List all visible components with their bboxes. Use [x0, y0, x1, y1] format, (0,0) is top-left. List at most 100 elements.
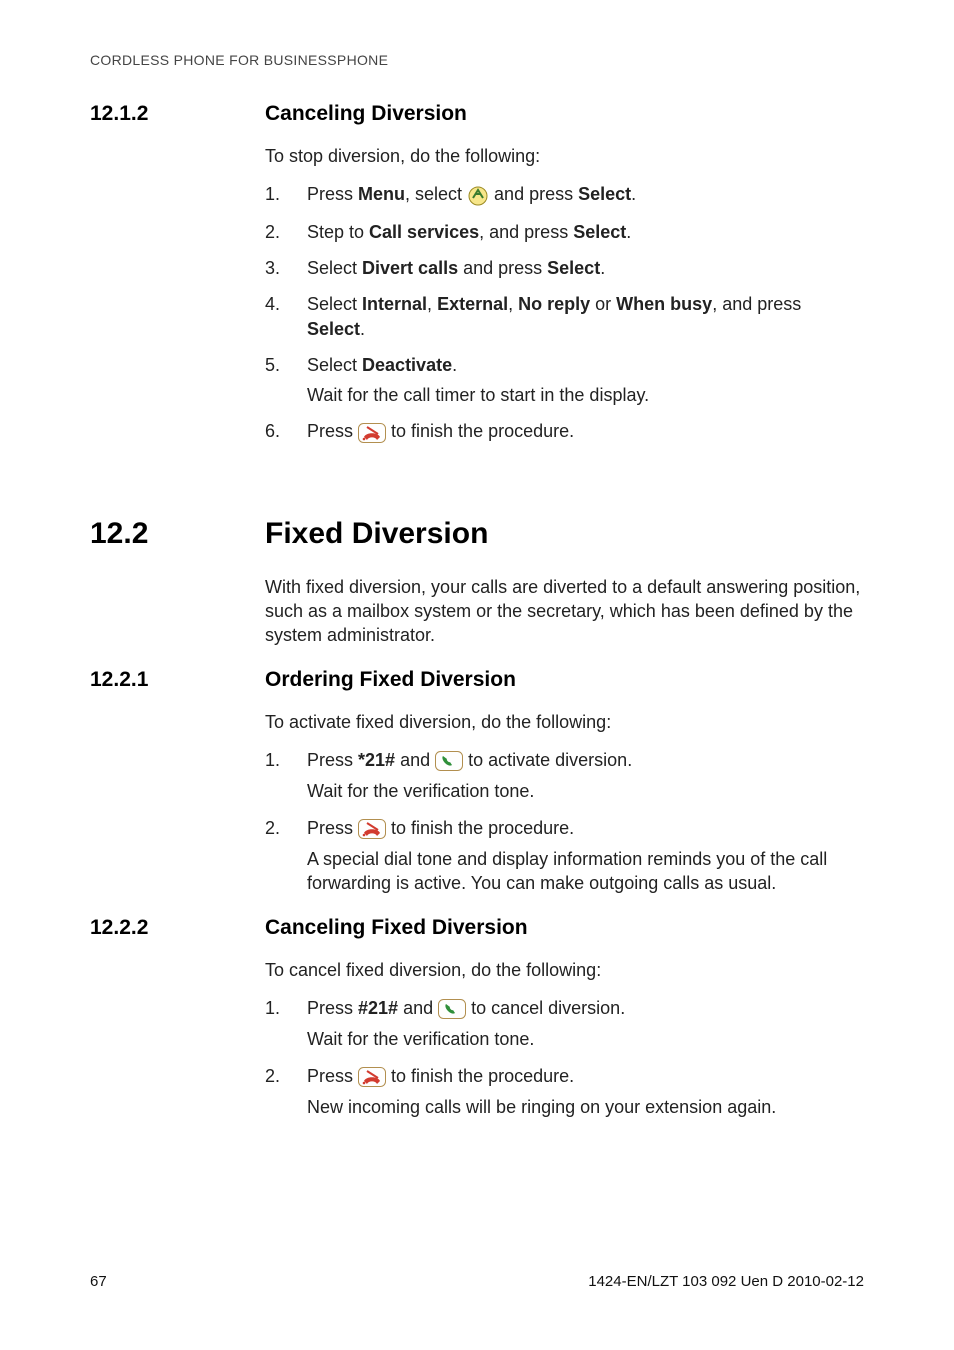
intro-text: To activate fixed diversion, do the foll…	[265, 710, 864, 734]
heading-12-1-2: 12.1.2 Canceling Diversion	[90, 102, 864, 126]
step-number: 2.	[265, 1064, 307, 1120]
page-number: 67	[90, 1273, 107, 1290]
text: Select	[307, 355, 362, 375]
text-bold: Menu	[358, 184, 405, 204]
text: to cancel diversion.	[466, 998, 625, 1018]
text: , and press	[479, 222, 573, 242]
text-bold: Select	[307, 319, 360, 339]
step-body: Select Internal, External, No reply or W…	[307, 292, 864, 341]
text-bold: #21#	[358, 998, 398, 1018]
text: Press	[307, 1066, 358, 1086]
step-number: 2.	[265, 816, 307, 896]
step-number: 5.	[265, 353, 307, 408]
document-id: 1424-EN/LZT 103 092 Uen D 2010-02-12	[588, 1273, 864, 1290]
text: ,	[508, 294, 518, 314]
step-body: Press to finish the procedure. New incom…	[307, 1064, 864, 1120]
list-item: 3. Select Divert calls and press Select.	[265, 256, 864, 280]
step-body: Press #21# and to cancel diversion. Wait…	[307, 996, 864, 1052]
step-number: 2.	[265, 220, 307, 244]
heading-number: 12.2.1	[90, 668, 265, 692]
list-item: 2. Press to finish the procedure. New in…	[265, 1064, 864, 1120]
step-body: Select Divert calls and press Select.	[307, 256, 864, 280]
text: .	[626, 222, 631, 242]
text-bold: Select	[578, 184, 631, 204]
text: .	[631, 184, 636, 204]
text-bold: Divert calls	[362, 258, 458, 278]
text: Press	[307, 184, 358, 204]
text-bold: No reply	[518, 294, 590, 314]
text: Press	[307, 818, 358, 838]
step-body: Step to Call services, and press Select.	[307, 220, 864, 244]
heading-number: 12.1.2	[90, 102, 265, 126]
list-item: 1. Press Menu, select and press Select.	[265, 182, 864, 207]
section-12-1-2-body: To stop diversion, do the following: 1. …	[265, 144, 864, 445]
text: Press	[307, 750, 358, 770]
list-item: 1. Press *21# and to activate diversion.…	[265, 748, 864, 804]
step-number: 6.	[265, 419, 307, 444]
text: Select	[307, 258, 362, 278]
running-header: CORDLESS PHONE FOR BUSINESSPHONE	[90, 52, 864, 68]
settings-icon	[467, 182, 489, 206]
text: or	[590, 294, 616, 314]
steps-list: 1. Press Menu, select and press Select. …	[265, 182, 864, 445]
step-body: Press to finish the procedure.	[307, 419, 864, 444]
hangup-key-icon	[358, 1064, 386, 1088]
hangup-key-icon	[358, 420, 386, 444]
heading-title: Canceling Diversion	[265, 102, 467, 126]
step-substep: Wait for the verification tone.	[307, 1027, 864, 1051]
section-12-2-body: With fixed diversion, your calls are div…	[265, 575, 864, 648]
text: .	[600, 258, 605, 278]
call-key-icon	[435, 748, 463, 772]
text-bold: *21#	[358, 750, 395, 770]
heading-12-2-2: 12.2.2 Canceling Fixed Diversion	[90, 916, 864, 940]
paragraph: With fixed diversion, your calls are div…	[265, 575, 864, 648]
text: , select	[405, 184, 467, 204]
text: to activate diversion.	[463, 750, 632, 770]
step-substep: New incoming calls will be ringing on yo…	[307, 1095, 864, 1119]
call-key-icon	[438, 996, 466, 1020]
heading-title: Ordering Fixed Diversion	[265, 668, 516, 692]
step-substep: Wait for the call timer to start in the …	[307, 383, 864, 407]
text: to finish the procedure.	[386, 818, 574, 838]
step-body: Press to finish the procedure. A special…	[307, 816, 864, 896]
page: CORDLESS PHONE FOR BUSINESSPHONE 12.1.2 …	[0, 0, 954, 1350]
step-substep: A special dial tone and display informat…	[307, 847, 864, 896]
section-12-2-2-body: To cancel fixed diversion, do the follow…	[265, 958, 864, 1120]
step-body: Press *21# and to activate diversion. Wa…	[307, 748, 864, 804]
step-substep: Wait for the verification tone.	[307, 779, 864, 803]
heading-title: Fixed Diversion	[265, 517, 488, 551]
heading-12-2: 12.2 Fixed Diversion	[90, 517, 864, 551]
heading-title: Canceling Fixed Diversion	[265, 916, 528, 940]
text: .	[360, 319, 365, 339]
step-number: 1.	[265, 748, 307, 804]
text-bold: Deactivate	[362, 355, 452, 375]
text: to finish the procedure.	[386, 1066, 574, 1086]
text: , and press	[712, 294, 801, 314]
heading-number: 12.2.2	[90, 916, 265, 940]
text: to finish the procedure.	[386, 421, 574, 441]
text: Press	[307, 998, 358, 1018]
step-number: 1.	[265, 996, 307, 1052]
heading-number: 12.2	[90, 517, 265, 551]
list-item: 6. Press to finish the procedure.	[265, 419, 864, 444]
steps-list: 1. Press #21# and to cancel diversion. W…	[265, 996, 864, 1119]
text: Press	[307, 421, 358, 441]
list-item: 1. Press #21# and to cancel diversion. W…	[265, 996, 864, 1052]
text-bold: Call services	[369, 222, 479, 242]
text-bold: External	[437, 294, 508, 314]
step-number: 4.	[265, 292, 307, 341]
text: and press	[489, 184, 578, 204]
list-item: 2. Step to Call services, and press Sele…	[265, 220, 864, 244]
step-body: Select Deactivate. Wait for the call tim…	[307, 353, 864, 408]
step-number: 1.	[265, 182, 307, 207]
text-bold: Select	[547, 258, 600, 278]
list-item: 2. Press to finish the procedure. A spec…	[265, 816, 864, 896]
hangup-key-icon	[358, 816, 386, 840]
steps-list: 1. Press *21# and to activate diversion.…	[265, 748, 864, 896]
text: and	[398, 998, 438, 1018]
text: .	[452, 355, 457, 375]
heading-12-2-1: 12.2.1 Ordering Fixed Diversion	[90, 668, 864, 692]
list-item: 5. Select Deactivate. Wait for the call …	[265, 353, 864, 408]
text: and	[395, 750, 435, 770]
intro-text: To stop diversion, do the following:	[265, 144, 864, 168]
